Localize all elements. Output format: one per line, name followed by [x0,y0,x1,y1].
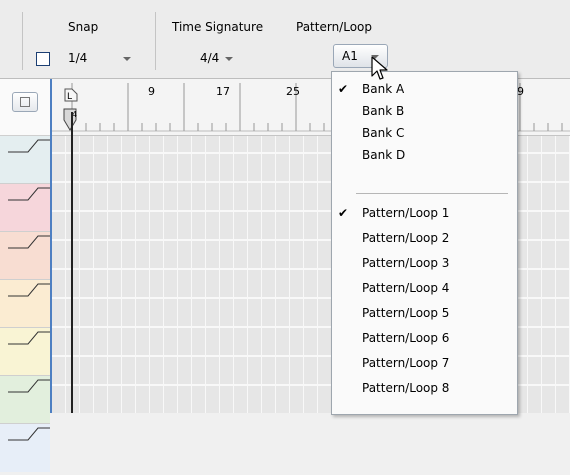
track-lane[interactable] [0,375,50,424]
time-signature-label: Time Signature [172,20,264,34]
menu-item-label: Pattern/Loop 8 [362,381,450,395]
track-list-panel [0,79,52,472]
snap-checkbox[interactable] [36,52,50,66]
menu-item-label: Pattern/Loop 4 [362,281,450,295]
pattern-loop-value: A1 [342,49,358,63]
track-lane[interactable] [0,135,50,184]
chevron-down-icon [123,57,131,61]
checkmark-icon: ✔ [338,206,349,220]
menu-item-bank[interactable]: ✔ Bank A [332,79,515,101]
menu-item-pattern-loop[interactable]: Pattern/Loop 4 [332,278,515,300]
menu-item-bank[interactable]: Bank D [332,145,515,167]
time-signature-value: 4/4 [200,51,220,65]
menu-item-label: Bank B [362,104,405,118]
time-signature-dropdown[interactable]: 4/4 [190,49,270,69]
menu-item-label: Pattern/Loop 6 [362,331,450,345]
collapse-icon [20,97,30,107]
menu-item-pattern-loop[interactable]: Pattern/Loop 3 [332,253,515,275]
checkmark-icon: ✔ [338,82,349,96]
menu-item-label: Bank A [362,82,405,96]
envelope-icon [8,379,50,393]
menu-item-bank[interactable]: Bank B [332,101,515,123]
toolbar-divider [22,12,23,70]
loop-left-marker[interactable]: L [64,88,78,106]
ruler-number: 17 [216,85,230,98]
collapse-tracks-button[interactable] [12,92,38,112]
snap-dropdown[interactable]: 1/4 [58,49,138,69]
ruler-number: 9 [517,85,524,98]
pattern-loop-menu: ✔ Bank A Bank B Bank C Bank D ✔ Pattern/Loop 1… [331,71,518,415]
menu-item-bank[interactable]: Bank C [332,123,515,145]
mouse-cursor-icon [371,56,388,80]
menu-item-label: Pattern/Loop 5 [362,306,450,320]
menu-item-label: Pattern/Loop 2 [362,231,450,245]
pattern-loop-label: Pattern/Loop [296,20,372,34]
envelope-icon [8,235,50,249]
loop-left-label: L [67,92,72,102]
track-lane[interactable] [0,327,50,376]
track-lane[interactable] [0,279,50,328]
toolbar-divider [155,12,156,70]
menu-item-label: Pattern/Loop 3 [362,256,450,270]
track-lane[interactable] [0,423,50,472]
envelope-icon [8,283,50,297]
playhead-line [71,112,73,413]
envelope-icon [8,331,50,345]
menu-item-pattern-loop[interactable]: Pattern/Loop 6 [332,328,515,350]
track-lane[interactable] [0,231,50,280]
menu-separator [356,193,508,194]
menu-item-label: Bank D [362,148,406,162]
track-lane[interactable] [0,183,50,232]
menu-item-label: Bank C [362,126,405,140]
menu-item-pattern-loop[interactable]: ✔ Pattern/Loop 1 [332,203,515,225]
menu-item-label: Pattern/Loop 7 [362,356,450,370]
menu-item-label: Pattern/Loop 1 [362,206,450,220]
snap-label: Snap [68,20,99,34]
envelope-icon [8,427,50,441]
envelope-icon [8,139,50,153]
menu-item-pattern-loop[interactable]: Pattern/Loop 7 [332,353,515,375]
snap-value: 1/4 [68,51,88,65]
toolbar: Snap 1/4 Time Signature 4/4 Pattern/Loop… [0,0,570,79]
chevron-down-icon [225,57,233,61]
menu-item-pattern-loop[interactable]: Pattern/Loop 8 [332,378,515,400]
envelope-icon [8,187,50,201]
ruler-number: 9 [148,85,155,98]
ruler-number: 25 [286,85,300,98]
menu-item-pattern-loop[interactable]: Pattern/Loop 2 [332,228,515,250]
menu-item-pattern-loop[interactable]: Pattern/Loop 5 [332,303,515,325]
